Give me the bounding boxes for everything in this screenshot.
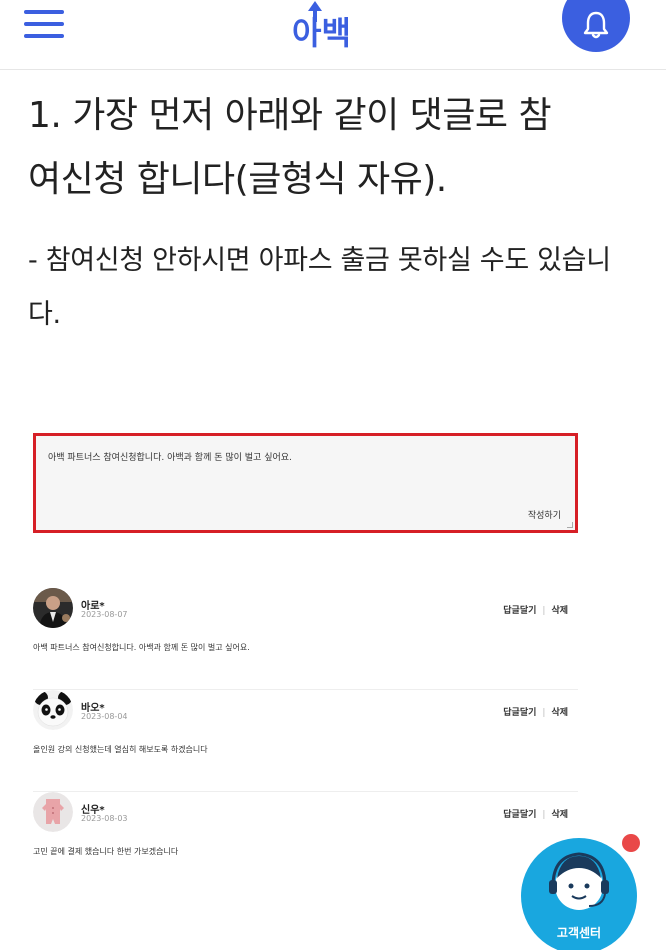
comment-item: 아로* 2023-08-07 답글달기 | 삭제 아백 파트너스 참여신청합니다. … [33, 588, 578, 690]
comment-actions: 답글달기 | 삭제 [503, 705, 568, 718]
instruction-section: 1. 가장 먼저 아래와 같이 댓글로 참 여신청 합니다(글형식 자유). -… [28, 84, 640, 342]
notification-bell-button[interactable] [562, 0, 630, 52]
comment-body: 올인원 강의 신청했는데 열심히 해보도록 하겠습니다 [33, 745, 208, 754]
step-note-line: 다. [28, 299, 61, 330]
hamburger-bar [24, 22, 64, 26]
comment-actions: 답글달기 | 삭제 [503, 807, 568, 820]
step-title: 1. 가장 먼저 아래와 같이 댓글로 참 여신청 합니다(글형식 자유). [28, 84, 640, 212]
divider: | [542, 708, 546, 718]
comment-date: 2023-08-03 [81, 814, 128, 823]
reply-button[interactable]: 답글달기 [503, 606, 536, 616]
comment-input-box[interactable]: 아백 파트너스 참여신청합니다. 아백과 함께 돈 많이 벌고 싶어요. 작성하… [33, 433, 578, 533]
site-logo[interactable]: 아백 [290, 0, 370, 52]
delete-button[interactable]: 삭제 [551, 606, 568, 616]
delete-button[interactable]: 삭제 [551, 810, 568, 820]
comment-body: 고민 끝에 결제 했습니다 한번 가보겠습니다 [33, 847, 179, 856]
step-note: - 참여신청 안하시면 아파스 출금 못하실 수도 있습니 다. [28, 234, 640, 342]
bell-icon [583, 11, 609, 39]
submit-comment-button[interactable]: 작성하기 [528, 508, 561, 521]
baby-romper-avatar-icon [33, 792, 73, 832]
reply-button[interactable]: 답글달기 [503, 810, 536, 820]
hamburger-menu-icon[interactable] [24, 8, 66, 40]
resize-handle[interactable] [567, 522, 573, 528]
comment-body: 아백 파트너스 참여신청합니다. 아백과 함께 돈 많이 벌고 싶어요. [33, 643, 250, 652]
logo-text: 아백 [292, 14, 351, 52]
avatar [33, 792, 73, 832]
step-title-line: 여신청 합니다(글형식 자유). [28, 159, 447, 200]
hamburger-bar [24, 10, 64, 14]
hamburger-bar [24, 34, 64, 38]
divider: | [542, 810, 546, 820]
customer-center-button[interactable]: 고객센터 [521, 838, 637, 950]
comment-input-text[interactable]: 아백 파트너스 참여신청합니다. 아백과 함께 돈 많이 벌고 싶어요. [48, 450, 292, 463]
comment-item: 바오* 2023-08-04 답글달기 | 삭제 올인원 강의 신청했는데 열심히 … [33, 690, 578, 792]
avatar [33, 588, 73, 628]
delete-button[interactable]: 삭제 [551, 708, 568, 718]
comment-item: 신우* 2023-08-03 답글달기 | 삭제 고민 끝에 결제 했습니다 한번 … [33, 792, 578, 894]
avatar [33, 690, 73, 730]
comment-date: 2023-08-07 [81, 610, 128, 619]
reply-button[interactable]: 답글달기 [503, 708, 536, 718]
step-note-line: - 참여신청 안하시면 아파스 출금 못하실 수도 있습니 [28, 245, 611, 276]
person-photo-avatar [33, 588, 73, 628]
customer-center-label: 고객센터 [556, 926, 602, 940]
headset-agent-icon [549, 852, 609, 910]
top-header: 아백 [0, 0, 666, 70]
step-title-line: 1. 가장 먼저 아래와 같이 댓글로 참 [28, 95, 552, 136]
panda-avatar-icon [33, 690, 73, 730]
comment-date: 2023-08-04 [81, 712, 128, 721]
notification-dot [622, 834, 640, 852]
comment-actions: 답글달기 | 삭제 [503, 603, 568, 616]
divider: | [542, 606, 546, 616]
